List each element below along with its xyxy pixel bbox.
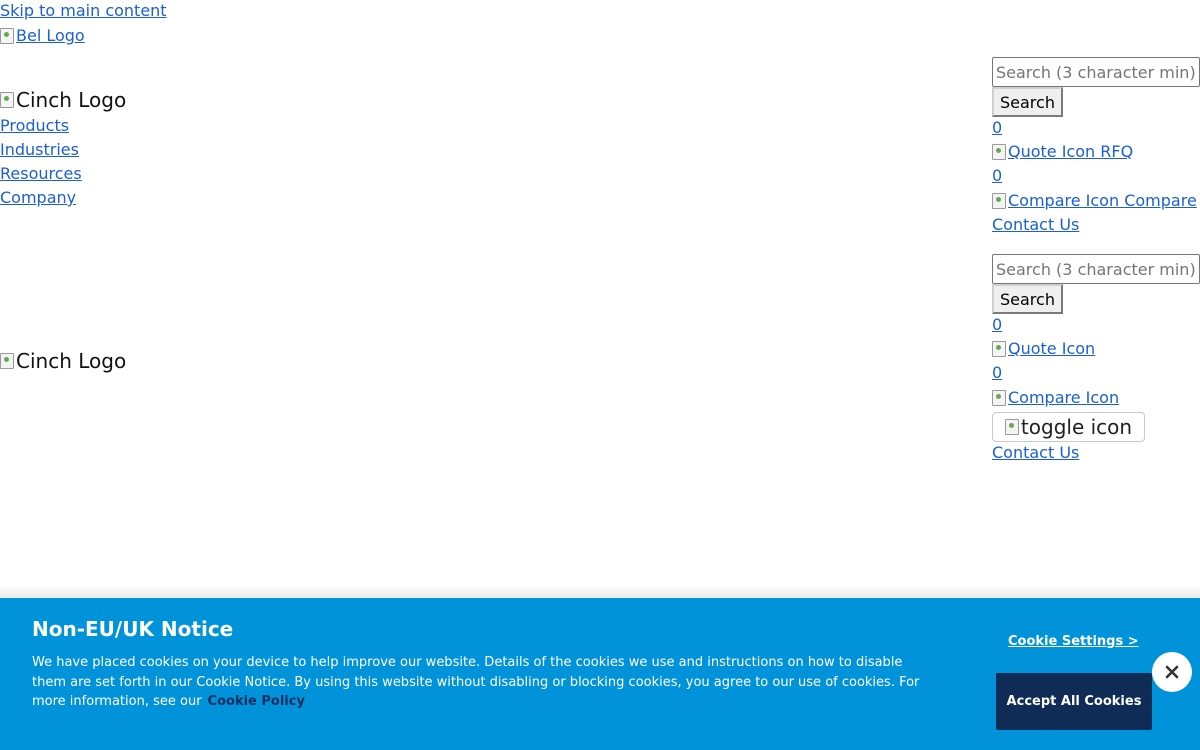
mobile-quote-icon-alt: Quote Icon bbox=[1008, 339, 1096, 358]
quote-icon-alt: Quote Icon bbox=[1008, 142, 1096, 161]
cookie-banner: Non-EU/UK Notice We have placed cookies … bbox=[0, 598, 1200, 750]
mobile-search-input[interactable] bbox=[992, 254, 1200, 284]
rfq-label: RFQ bbox=[1100, 142, 1134, 161]
mobile-compare-icon-alt: Compare Icon bbox=[1008, 388, 1120, 407]
bel-logo-alt: Bel Logo bbox=[16, 26, 85, 45]
broken-image-icon bbox=[992, 390, 1006, 406]
nav-resources[interactable]: Resources bbox=[0, 164, 82, 184]
cinch-logo-alt: Cinch Logo bbox=[16, 88, 127, 112]
compare-count[interactable]: 0 bbox=[992, 166, 1002, 186]
broken-image-icon bbox=[992, 341, 1006, 357]
broken-image-icon bbox=[0, 92, 14, 108]
rfq-link[interactable]: Quote Icon RFQ bbox=[992, 142, 1133, 162]
nav-industries[interactable]: Industries bbox=[0, 140, 79, 160]
cookie-title: Non-EU/UK Notice bbox=[32, 617, 234, 641]
broken-image-icon bbox=[992, 144, 1006, 160]
broken-image-icon bbox=[0, 28, 14, 44]
broken-image-icon bbox=[0, 353, 14, 369]
skip-to-main-link[interactable]: Skip to main content bbox=[0, 1, 167, 21]
mobile-search-button[interactable]: Search bbox=[992, 284, 1063, 314]
mobile-quote-count[interactable]: 0 bbox=[992, 315, 1002, 335]
cinch-logo-mobile-alt: Cinch Logo bbox=[16, 349, 127, 373]
search-input[interactable] bbox=[992, 57, 1200, 87]
compare-link[interactable]: Compare Icon Compare bbox=[992, 191, 1197, 211]
broken-image-icon bbox=[992, 193, 1006, 209]
mobile-quote-link[interactable]: Quote Icon bbox=[992, 339, 1095, 359]
compare-icon-alt: Compare Icon bbox=[1008, 191, 1120, 210]
cinch-logo: Cinch Logo bbox=[0, 89, 126, 111]
accept-all-cookies-button[interactable]: Accept All Cookies bbox=[996, 673, 1152, 730]
contact-us-link[interactable]: Contact Us bbox=[992, 215, 1079, 235]
toggle-icon bbox=[1004, 419, 1019, 435]
cookie-description: We have placed cookies on your device to… bbox=[32, 655, 920, 709]
bel-logo-link[interactable]: Bel Logo bbox=[0, 26, 85, 46]
compare-label: Compare bbox=[1124, 191, 1197, 210]
nav-products[interactable]: Products bbox=[0, 116, 69, 136]
toggle-icon-alt: toggle icon bbox=[1020, 415, 1133, 439]
search-button[interactable]: Search bbox=[992, 87, 1063, 117]
cinch-logo-mobile: Cinch Logo bbox=[0, 350, 126, 372]
mobile-compare-link[interactable]: Compare Icon bbox=[992, 388, 1119, 408]
cookie-close-button[interactable] bbox=[1152, 652, 1192, 692]
quote-count[interactable]: 0 bbox=[992, 118, 1002, 138]
cookie-notice-text: We have placed cookies on your device to… bbox=[32, 653, 922, 712]
nav-company[interactable]: Company bbox=[0, 188, 76, 208]
cookie-settings-button[interactable]: Cookie Settings > bbox=[1008, 634, 1139, 649]
mobile-contact-us-link[interactable]: Contact Us bbox=[992, 443, 1079, 463]
mobile-compare-count[interactable]: 0 bbox=[992, 363, 1002, 383]
menu-toggle-button[interactable]: toggle icon bbox=[992, 412, 1145, 442]
close-icon bbox=[1165, 665, 1179, 679]
cookie-policy-link[interactable]: Cookie Policy bbox=[208, 694, 305, 709]
